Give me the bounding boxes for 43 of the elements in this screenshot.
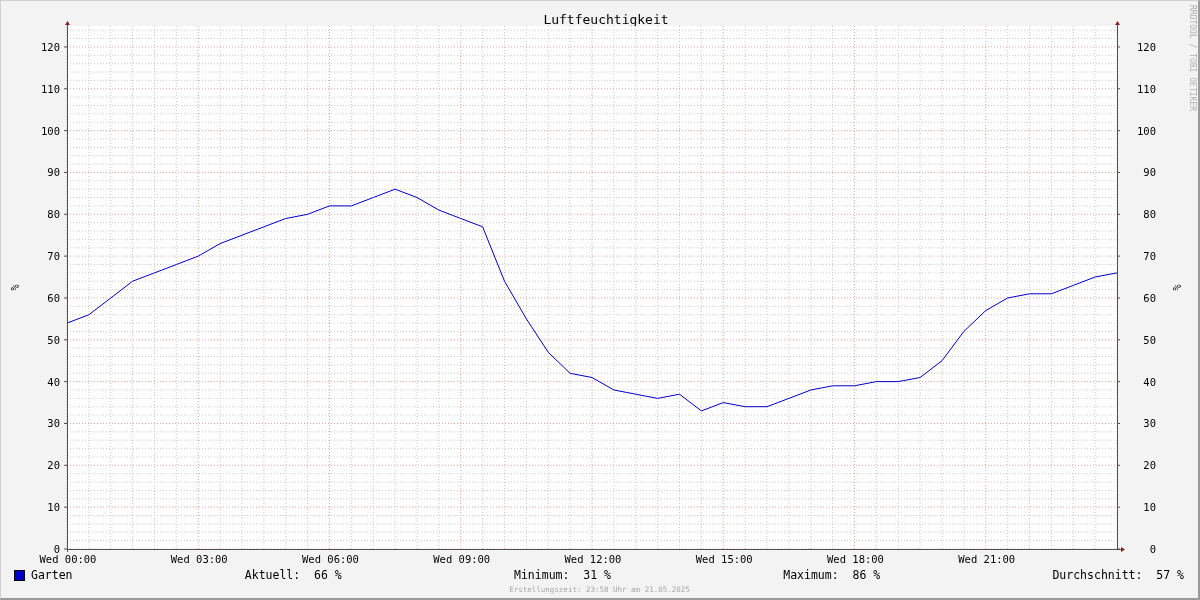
stat-text: Aktuell: 66 % (244, 568, 342, 582)
axis-tick-label: 100 (1137, 124, 1156, 137)
axis-tick-label: 50 (47, 333, 60, 346)
axis-tick-label: 90 (47, 166, 60, 179)
axis-title: % (1171, 284, 1182, 291)
axis-tick-label: 120 (1137, 40, 1156, 53)
axis-tick-label: Wed 21:00 (958, 553, 1016, 565)
stat-text: Maximum: 86 % (783, 568, 881, 582)
stat-text: Durchschnitt: 57 % (1052, 568, 1184, 582)
axis-tick-label: 30 (1143, 417, 1156, 430)
axis-tick-label: 70 (47, 250, 60, 263)
credit-text: RRDTOOL / TOBI OETIKER (1187, 4, 1197, 113)
axis-tick-label: 40 (1143, 375, 1156, 388)
axis-tick-label: 110 (1137, 82, 1156, 95)
axis-tick-label: Wed 00:00 (39, 553, 97, 565)
axis-tick-label: Wed 15:00 (695, 553, 753, 565)
legend-label: Garten (31, 568, 73, 582)
axis-tick-label: 60 (1143, 291, 1156, 304)
axis-tick-label: 0 (1149, 543, 1156, 555)
axis-tick-label: 70 (1143, 250, 1156, 263)
axis-tick-label: 50 (1143, 333, 1156, 346)
axis-tick-label: 20 (47, 459, 60, 472)
axis-tick-label: 120 (41, 40, 60, 53)
axis-tick-label: 30 (47, 417, 60, 430)
axis-tick-label: 40 (47, 375, 60, 388)
axis-tick-label: Wed 18:00 (827, 553, 884, 565)
axis-tick-label: 80 (1143, 208, 1156, 221)
axis-tick-label: Wed 03:00 (170, 553, 228, 565)
axis-tick-label: 80 (47, 208, 60, 221)
axis-tick-label: 10 (47, 501, 60, 514)
axis-tick-label: 20 (1143, 459, 1156, 472)
axis-tick-label: Wed 12:00 (564, 553, 622, 565)
axis-tick-label: Wed 06:00 (302, 553, 359, 565)
axis-tick-label: 110 (41, 82, 60, 95)
chart-title: Luftfeuchtigkeit (543, 12, 669, 27)
axis-tick-label: 60 (47, 291, 60, 304)
stat-text: Minimum: 31 % (514, 568, 611, 582)
axis-title: % (9, 284, 20, 291)
axis-tick-label: Wed 09:00 (433, 553, 491, 565)
axis-tick-label: 100 (41, 124, 60, 137)
axis-tick-label: 90 (1143, 166, 1156, 179)
axis-tick-label: 0 (53, 543, 60, 555)
axis-tick-label: 10 (1143, 501, 1156, 514)
